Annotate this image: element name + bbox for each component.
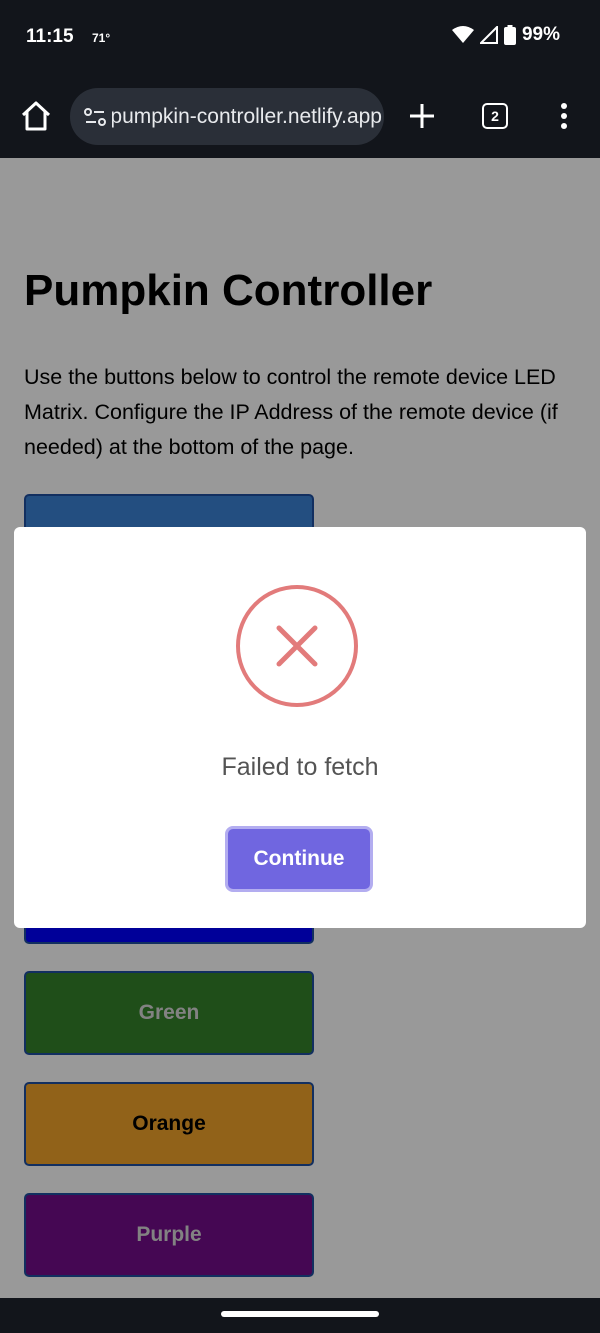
error-x-icon <box>276 625 318 667</box>
url-text[interactable]: pumpkin-controller.netlify.app <box>112 105 382 129</box>
continue-button[interactable]: Continue <box>225 826 373 892</box>
error-message: Failed to fetch <box>221 753 379 781</box>
site-settings-icon[interactable] <box>82 104 108 130</box>
error-icon-circle <box>236 585 358 707</box>
status-temperature: 71° <box>92 31 111 45</box>
error-dialog: Failed to fetch Continue <box>14 527 586 928</box>
new-tab-icon[interactable] <box>404 98 440 134</box>
battery-icon <box>503 25 516 45</box>
wifi-icon <box>451 26 474 43</box>
system-nav-bar <box>0 1298 600 1333</box>
browser-toolbar: pumpkin-controller.netlify.app 2 <box>0 78 600 158</box>
home-gesture-handle[interactable] <box>221 1311 379 1317</box>
home-icon[interactable] <box>18 98 54 134</box>
more-menu-icon[interactable] <box>554 100 574 132</box>
url-bar[interactable]: pumpkin-controller.netlify.app <box>70 88 384 145</box>
status-time: 11:15 <box>26 26 74 47</box>
signal-icon <box>479 26 498 44</box>
tab-count: 2 <box>491 108 499 124</box>
status-bar: 11:15 71° 99% <box>0 0 600 78</box>
tabs-icon[interactable]: 2 <box>482 103 508 129</box>
status-icons: 99% <box>451 24 560 46</box>
battery-percent: 99% <box>521 24 560 45</box>
